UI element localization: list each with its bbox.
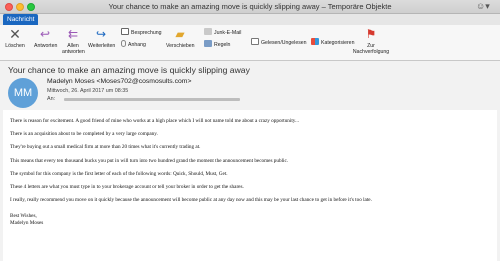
sign-off: Best Wishes, (10, 213, 37, 220)
followup-button[interactable]: ⚑ Zur Nachverfolgung (352, 27, 390, 55)
signature-name: Madelyn Moses (10, 220, 44, 227)
body-paragraph: There is reason for excitement. A good f… (10, 118, 299, 124)
move-button[interactable]: ▰ Verschieben (166, 27, 195, 49)
junk-icon (204, 28, 212, 35)
body-paragraph: These 4 letters are what you must type i… (10, 183, 244, 190)
paperclip-icon (121, 40, 126, 47)
move-label: Verschieben (166, 43, 195, 49)
reply-all-button[interactable]: ⇇ Allen antworten (62, 27, 85, 55)
meeting-label: Besprechung (131, 30, 162, 36)
title-bar: Your chance to make an amazing move is q… (0, 0, 500, 14)
forward-button[interactable]: ↪ Weiterleiten (88, 27, 116, 49)
message-subject: Your chance to make an amazing move is q… (0, 61, 500, 77)
reply-all-label: Allen antworten (62, 43, 85, 55)
rules-button[interactable]: Regeln (204, 40, 230, 49)
delete-button[interactable]: ✕ Löschen (4, 27, 26, 49)
reply-button[interactable]: ↩ Antworten (34, 27, 58, 49)
reply-label: Antworten (34, 43, 58, 49)
read-unread-label: Gelesen/Ungelesen (261, 40, 307, 46)
ribbon-tabs: Nachricht (0, 14, 500, 25)
rules-icon (204, 40, 212, 47)
junk-label: Junk-E-Mail (214, 30, 242, 36)
categorize-label: Kategorisieren (321, 40, 355, 46)
message-body: There is reason for excitement. A good f… (3, 110, 497, 261)
flag-icon: ⚑ (365, 27, 377, 41)
window-title: Your chance to make an amazing move is q… (108, 2, 392, 11)
followup-label: Zur Nachverfolgung (352, 43, 390, 55)
sender-name[interactable]: Madelyn Moses <Moses702@cosmosults.com> (47, 78, 191, 85)
body-paragraph: There is an acquisition about to be comp… (10, 131, 158, 138)
recipient-redacted (64, 98, 240, 101)
category-icon (311, 38, 319, 45)
body-paragraph: They're buying out a small medical firm … (10, 144, 201, 151)
junk-button[interactable]: Junk-E-Mail (204, 28, 241, 37)
signature: Best Wishes, Madelyn Moses (10, 213, 490, 227)
reply-all-icon: ⇇ (67, 27, 79, 41)
categorize-button[interactable]: Kategorisieren (311, 38, 354, 47)
body-paragraph: This means that every ten thousand bucks… (10, 157, 289, 164)
to-label: An: (47, 96, 56, 102)
delete-label: Löschen (5, 43, 25, 49)
body-paragraph: The symbol for this company is the first… (10, 170, 228, 177)
avatar: MM (8, 78, 38, 108)
reply-icon: ↩ (39, 27, 51, 41)
body-paragraph: I really, really recommend you move on i… (10, 197, 372, 204)
tab-nachricht[interactable]: Nachricht (3, 14, 39, 25)
calendar-icon (121, 28, 129, 35)
ribbon-toolbar: ✕ Löschen ↩ Antworten ⇇ Allen antworten … (0, 25, 500, 61)
sender-block: MM Madelyn Moses <Moses702@cosmosults.co… (0, 78, 500, 108)
forward-label: Weiterleiten (88, 43, 116, 49)
meeting-button[interactable]: Besprechung (121, 28, 162, 37)
envelope-icon (251, 38, 259, 45)
attachment-button[interactable]: Anhang (121, 40, 146, 49)
forward-icon: ↪ (95, 27, 107, 41)
rules-label: Regeln (214, 42, 231, 48)
x-icon: ✕ (9, 26, 21, 42)
folder-move-icon: ▰ (175, 27, 185, 41)
user-account-icon[interactable]: ☺▾ (476, 1, 492, 12)
message-date: Mittwoch, 26. April 2017 um 08:35 (47, 88, 129, 94)
attachment-label: Anhang (128, 42, 146, 48)
read-unread-button[interactable]: Gelesen/Ungelesen (251, 38, 307, 47)
